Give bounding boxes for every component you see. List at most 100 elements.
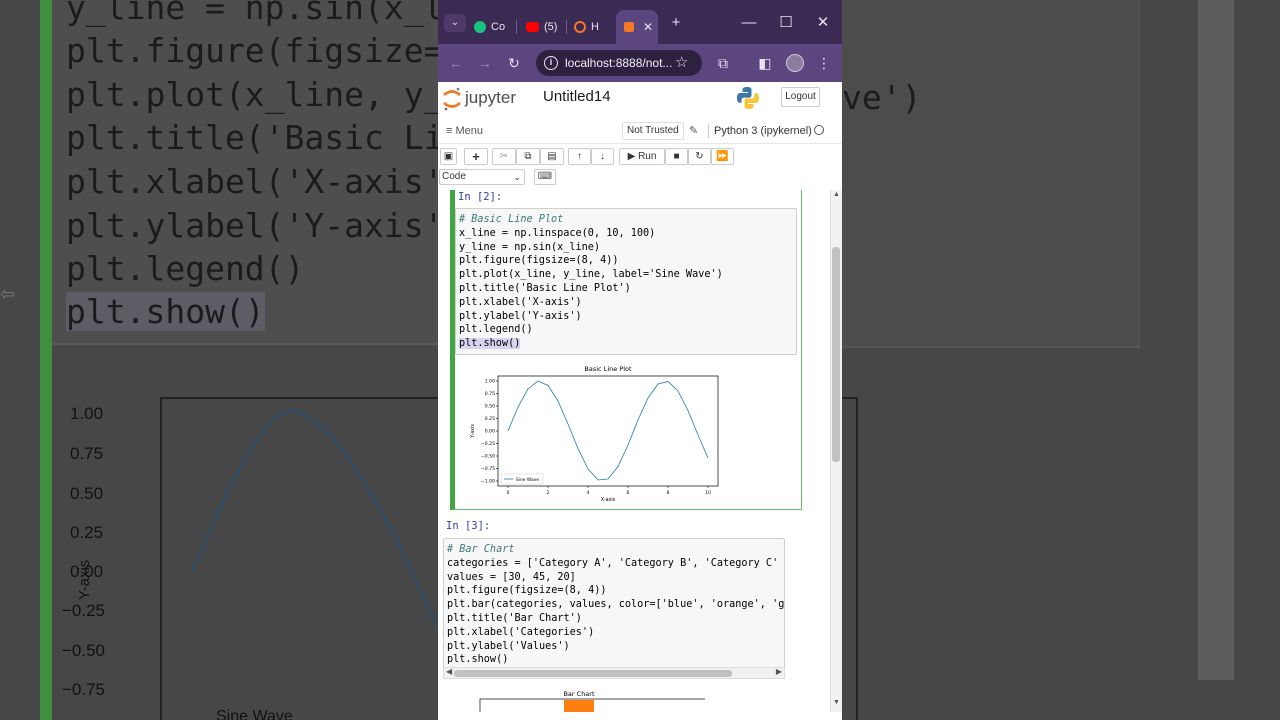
- browser-menu-icon[interactable]: ⋮: [813, 52, 835, 74]
- notebook-title[interactable]: Untitled14: [543, 88, 611, 105]
- maximize-icon[interactable]: ☐: [775, 12, 797, 34]
- background-ytick: 1.00: [70, 404, 104, 423]
- code-text[interactable]: # Basic Line Plot x_line = np.linspace(0…: [459, 213, 723, 351]
- scroll-left-icon[interactable]: ◀: [446, 667, 452, 676]
- run-button[interactable]: ▶ Run: [619, 148, 665, 165]
- code-input-area[interactable]: # Bar Chart categories = ['Category A', …: [443, 538, 785, 671]
- bar-chart-title: Bar Chart: [563, 690, 594, 698]
- paste-button[interactable]: ▤: [540, 148, 564, 165]
- url-text[interactable]: localhost:8888/not...: [565, 56, 672, 70]
- code-line: # Basic Line Plot: [459, 214, 564, 225]
- scroll-right-icon[interactable]: ▶: [776, 667, 782, 676]
- tab-label: (5): [544, 21, 558, 33]
- background-plot-frame: [160, 397, 438, 720]
- notebook-scroll-area[interactable]: In [2]: # Basic Line Plot x_line = np.li…: [438, 190, 830, 712]
- tab-notebook[interactable]: ✕: [616, 10, 658, 44]
- kernel-name[interactable]: Python 3 (ipykernel): [714, 125, 812, 137]
- code-line: plt.legend(): [459, 324, 533, 336]
- close-tab-icon[interactable]: ✕: [643, 20, 653, 34]
- horizontal-scrollbar[interactable]: ◀ ▶: [443, 667, 785, 679]
- bookmark-star-icon[interactable]: ☆: [675, 53, 688, 71]
- background-code-line: y_line = np.sin(x_l: [66, 0, 438, 27]
- x-axis-label: X-axis: [601, 497, 616, 503]
- y-tick-label: 0.25: [485, 416, 495, 422]
- jupyter-logo-icon[interactable]: [442, 86, 462, 112]
- code-line-highlighted: plt.show(): [459, 338, 521, 350]
- kernel-status-icon: [814, 125, 824, 135]
- scroll-up-icon[interactable]: ▲: [833, 191, 840, 198]
- y-tick-label: 0.00: [485, 429, 495, 435]
- y-tick-label: −1.00: [481, 479, 495, 485]
- background-code-box: [842, 0, 1140, 348]
- code-line: plt.xlabel('Categories'): [447, 626, 595, 638]
- jupyter-brand[interactable]: jupyter: [465, 88, 516, 108]
- cell-type-value: Code: [442, 171, 466, 182]
- legend-label: Sine Wave: [516, 477, 539, 483]
- code-cell[interactable]: In [3]: # Bar Chart categories = ['Categ…: [443, 518, 802, 712]
- tab-divider: [566, 20, 567, 34]
- copy-button[interactable]: ⧉: [516, 148, 540, 165]
- back-arrow-icon[interactable]: ←: [445, 52, 467, 74]
- save-button[interactable]: ▣: [440, 148, 457, 165]
- chart-title: Basic Line Plot: [584, 365, 632, 373]
- y-tick-label: 0.75: [485, 391, 495, 397]
- arrow-down-icon: ↓: [600, 151, 605, 162]
- logout-button[interactable]: Logout: [781, 87, 820, 107]
- minimize-icon[interactable]: —: [738, 12, 760, 34]
- background-ytick: −0.50: [62, 641, 106, 660]
- y-axis-label: Y-axis: [470, 424, 476, 439]
- y-tick-label: 1.00: [485, 379, 495, 385]
- menu-button[interactable]: ≡ Menu: [446, 125, 483, 137]
- address-bar[interactable]: i localhost:8888/not... ☆: [536, 50, 702, 76]
- background-ylabel: Y-axis: [76, 559, 93, 600]
- insert-cell-button[interactable]: +: [464, 148, 488, 165]
- extensions-icon[interactable]: ⧉: [712, 52, 734, 74]
- code-line: x_line = np.linspace(0, 10, 100): [459, 227, 656, 239]
- scroll-down-icon[interactable]: ▼: [833, 699, 840, 706]
- code-line: plt.figure(figsize=(8, 4)): [447, 585, 607, 597]
- background-code-line: plt.plot(x_line, y_: [66, 75, 438, 114]
- tab-label: Co: [491, 21, 506, 33]
- y-tick-label: −0.25: [481, 441, 495, 447]
- side-panel-icon[interactable]: ◧: [754, 52, 776, 74]
- reload-icon[interactable]: ↻: [503, 52, 525, 74]
- background-ytick: 0.75: [70, 444, 104, 463]
- address-toolbar: ← → ↻ i localhost:8888/not... ☆ ⧉ ◧ ⋮: [438, 44, 842, 82]
- interrupt-button[interactable]: ■: [665, 148, 688, 165]
- scrollbar-thumb[interactable]: [454, 670, 732, 677]
- move-down-button[interactable]: ↓: [591, 148, 614, 165]
- close-window-icon[interactable]: ✕: [812, 12, 834, 34]
- x-tick-label: 2: [547, 490, 550, 496]
- stop-icon: ■: [673, 151, 680, 162]
- tab-chatgpt[interactable]: Co: [474, 10, 505, 44]
- keyboard-shortcuts-button[interactable]: ⌨: [534, 169, 556, 185]
- scrollbar-thumb[interactable]: [832, 247, 840, 462]
- background-code-line: plt.legend(): [66, 249, 305, 288]
- code-input-area[interactable]: # Basic Line Plot x_line = np.linspace(0…: [455, 208, 797, 355]
- cell-type-select[interactable]: Code ⌄: [439, 169, 525, 185]
- code-text[interactable]: # Bar Chart categories = ['Category A', …: [447, 543, 784, 667]
- background-code-line: plt.show(): [66, 292, 265, 331]
- restart-button[interactable]: ↻: [688, 148, 711, 165]
- y-tick-label: −0.75: [481, 466, 495, 472]
- code-cell-selected[interactable]: In [2]: # Basic Line Plot x_line = np.li…: [450, 190, 802, 510]
- tab-search-button[interactable]: ⌄: [444, 14, 466, 32]
- site-info-icon[interactable]: i: [544, 56, 558, 70]
- tab-jupyter-home[interactable]: H: [574, 10, 599, 44]
- profile-avatar[interactable]: [786, 54, 804, 72]
- code-line: plt.figure(figsize=(8, 4)): [459, 255, 619, 267]
- bar-orange: [564, 700, 594, 712]
- background-scrollbar: [1198, 0, 1234, 680]
- forward-arrow-icon[interactable]: →: [474, 52, 496, 74]
- edit-pencil-icon[interactable]: ✎: [689, 124, 698, 137]
- keyboard-icon: ⌨: [537, 171, 553, 182]
- trust-button[interactable]: Not Trusted: [622, 122, 684, 140]
- background-code-line: plt.xlabel('X-axis': [66, 162, 438, 201]
- tab-divider: [516, 20, 517, 34]
- background-ytick: 0.25: [70, 523, 104, 542]
- tab-youtube[interactable]: (5): [526, 10, 557, 44]
- new-tab-icon[interactable]: +: [665, 12, 687, 34]
- run-all-button[interactable]: ⏩: [711, 148, 734, 165]
- move-up-button[interactable]: ↑: [568, 148, 591, 165]
- cut-button[interactable]: ✂: [492, 148, 516, 165]
